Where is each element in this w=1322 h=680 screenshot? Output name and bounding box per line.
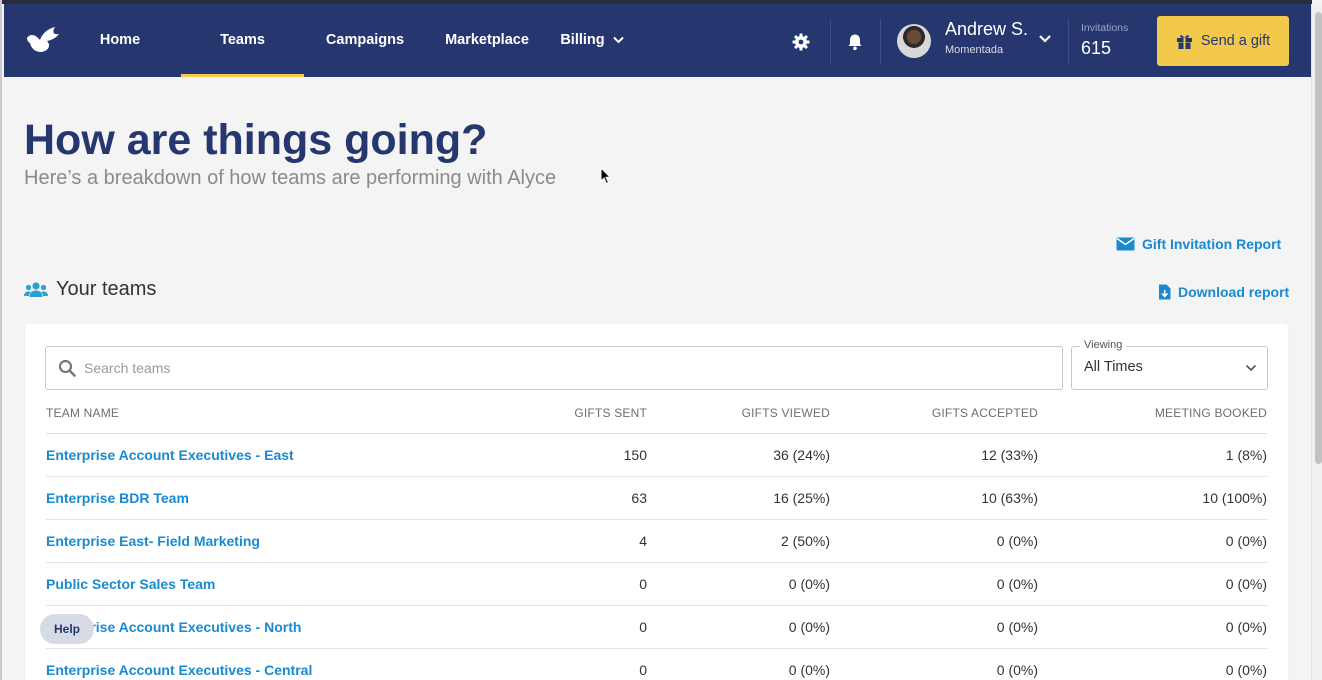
chevron-down-icon[interactable] <box>1038 34 1052 44</box>
help-button[interactable]: Help <box>40 614 94 644</box>
table-row: Public Sector Sales Team 0 0 (0%) 0 (0%)… <box>46 562 1267 606</box>
download-report-link[interactable]: Download report <box>1158 284 1289 300</box>
gifts-accepted-cell: 0 (0%) <box>830 519 1038 563</box>
column-header-team-name[interactable]: TEAM NAME <box>46 390 446 434</box>
users-icon <box>24 281 48 297</box>
page-title: How are things going? <box>24 116 488 164</box>
section-title: Your teams <box>24 278 156 301</box>
table-row: Enterprise Account Executives - North 0 … <box>46 605 1267 649</box>
table-row: Enterprise Account Executives - East 150… <box>46 433 1267 477</box>
column-header-gifts-accepted[interactable]: GIFTS ACCEPTED <box>830 390 1038 434</box>
team-link[interactable]: Enterprise East- Field Marketing <box>46 533 260 549</box>
team-name-cell: Enterprise Account Executives - North <box>46 605 446 649</box>
gifts-sent-cell: 0 <box>446 562 647 606</box>
teams-table: TEAM NAME GIFTS SENT GIFTS VIEWED GIFTS … <box>46 390 1267 680</box>
gift-invitation-report-link[interactable]: Gift Invitation Report <box>1116 236 1281 252</box>
gifts-accepted-cell: 0 (0%) <box>830 562 1038 606</box>
page-scrollbar[interactable] <box>1311 4 1322 680</box>
gifts-accepted-cell: 0 (0%) <box>830 648 1038 680</box>
gifts-viewed-cell: 0 (0%) <box>647 562 830 606</box>
meeting-booked-cell: 10 (100%) <box>1038 476 1267 520</box>
dove-logo-icon[interactable] <box>25 26 61 54</box>
search-input[interactable] <box>84 360 984 376</box>
column-header-gifts-sent[interactable]: GIFTS SENT <box>446 390 647 434</box>
team-name-cell: Public Sector Sales Team <box>46 562 446 606</box>
gifts-accepted-cell: 12 (33%) <box>830 433 1038 477</box>
team-name-cell: Enterprise BDR Team <box>46 476 446 520</box>
viewing-select[interactable]: Viewing All Times <box>1071 339 1268 390</box>
meeting-booked-cell: 0 (0%) <box>1038 562 1267 606</box>
table-row: Enterprise East- Field Marketing 4 2 (50… <box>46 519 1267 563</box>
invitations-count: 615 <box>1081 38 1112 58</box>
teams-card: Viewing All Times TEAM NAME GIFTS SENT G… <box>25 324 1288 680</box>
gifts-viewed-cell: 16 (25%) <box>647 476 830 520</box>
user-organization: Momentada <box>945 44 1004 56</box>
team-name-cell: Enterprise East- Field Marketing <box>46 519 446 563</box>
gifts-sent-cell: 0 <box>446 648 647 680</box>
nav-teams[interactable]: Teams <box>181 4 304 77</box>
meeting-booked-cell: 0 (0%) <box>1038 519 1267 563</box>
gift-icon <box>1176 34 1192 49</box>
meeting-booked-cell: 0 (0%) <box>1038 605 1267 649</box>
gifts-viewed-cell: 2 (50%) <box>647 519 830 563</box>
app-window: Home Teams Campaigns Marketplace Billing <box>0 0 1322 680</box>
table-row: Enterprise BDR Team 63 16 (25%) 10 (63%)… <box>46 476 1267 520</box>
top-navigation: Home Teams Campaigns Marketplace Billing <box>4 4 1311 77</box>
gifts-viewed-cell: 36 (24%) <box>647 433 830 477</box>
viewing-value: All Times <box>1084 359 1143 375</box>
gifts-accepted-cell: 0 (0%) <box>830 605 1038 649</box>
nav-marketplace[interactable]: Marketplace <box>440 4 534 77</box>
meeting-booked-cell: 1 (8%) <box>1038 433 1267 477</box>
nav-home[interactable]: Home <box>88 4 152 77</box>
gifts-accepted-cell: 10 (63%) <box>830 476 1038 520</box>
gear-icon[interactable] <box>792 33 810 51</box>
team-link[interactable]: Enterprise Account Executives - East <box>46 447 294 463</box>
column-header-gifts-viewed[interactable]: GIFTS VIEWED <box>647 390 830 434</box>
gifts-sent-cell: 0 <box>446 605 647 649</box>
invitations-label: Invitations <box>1081 22 1129 34</box>
team-link[interactable]: Enterprise Account Executives - Central <box>46 662 312 678</box>
scrollbar-thumb[interactable] <box>1315 12 1322 464</box>
table-row: Enterprise Account Executives - Central … <box>46 648 1267 680</box>
team-link[interactable]: Enterprise BDR Team <box>46 490 189 506</box>
nav-campaigns[interactable]: Campaigns <box>320 4 410 77</box>
gifts-sent-cell: 4 <box>446 519 647 563</box>
mouse-cursor-icon <box>600 167 612 185</box>
file-download-icon <box>1159 284 1171 300</box>
nav-divider <box>830 19 831 65</box>
search-icon <box>58 359 76 377</box>
team-name-cell: Enterprise Account Executives - Central <box>46 648 446 680</box>
bell-icon[interactable] <box>846 33 864 51</box>
gifts-viewed-cell: 0 (0%) <box>647 648 830 680</box>
gifts-sent-cell: 150 <box>446 433 647 477</box>
team-link[interactable]: Public Sector Sales Team <box>46 576 215 592</box>
team-name-cell: Enterprise Account Executives - East <box>46 433 446 477</box>
chevron-down-icon <box>1245 364 1257 372</box>
meeting-booked-cell: 0 (0%) <box>1038 648 1267 680</box>
search-box <box>45 346 1063 390</box>
nav-billing[interactable]: Billing <box>560 4 624 77</box>
gifts-viewed-cell: 0 (0%) <box>647 605 830 649</box>
nav-divider <box>880 19 881 65</box>
column-header-meeting-booked[interactable]: MEETING BOOKED <box>1038 390 1267 434</box>
page-subtitle: Here’s a breakdown of how teams are perf… <box>24 167 557 189</box>
gifts-sent-cell: 63 <box>446 476 647 520</box>
viewing-label: Viewing <box>1080 339 1127 351</box>
avatar[interactable] <box>897 24 931 58</box>
envelope-icon <box>1116 237 1135 251</box>
chevron-down-icon <box>612 36 624 44</box>
nav-divider <box>1068 19 1069 65</box>
send-gift-button[interactable]: Send a gift <box>1157 16 1289 66</box>
table-header-row: TEAM NAME GIFTS SENT GIFTS VIEWED GIFTS … <box>46 390 1267 434</box>
user-name[interactable]: Andrew S. <box>945 19 1028 40</box>
